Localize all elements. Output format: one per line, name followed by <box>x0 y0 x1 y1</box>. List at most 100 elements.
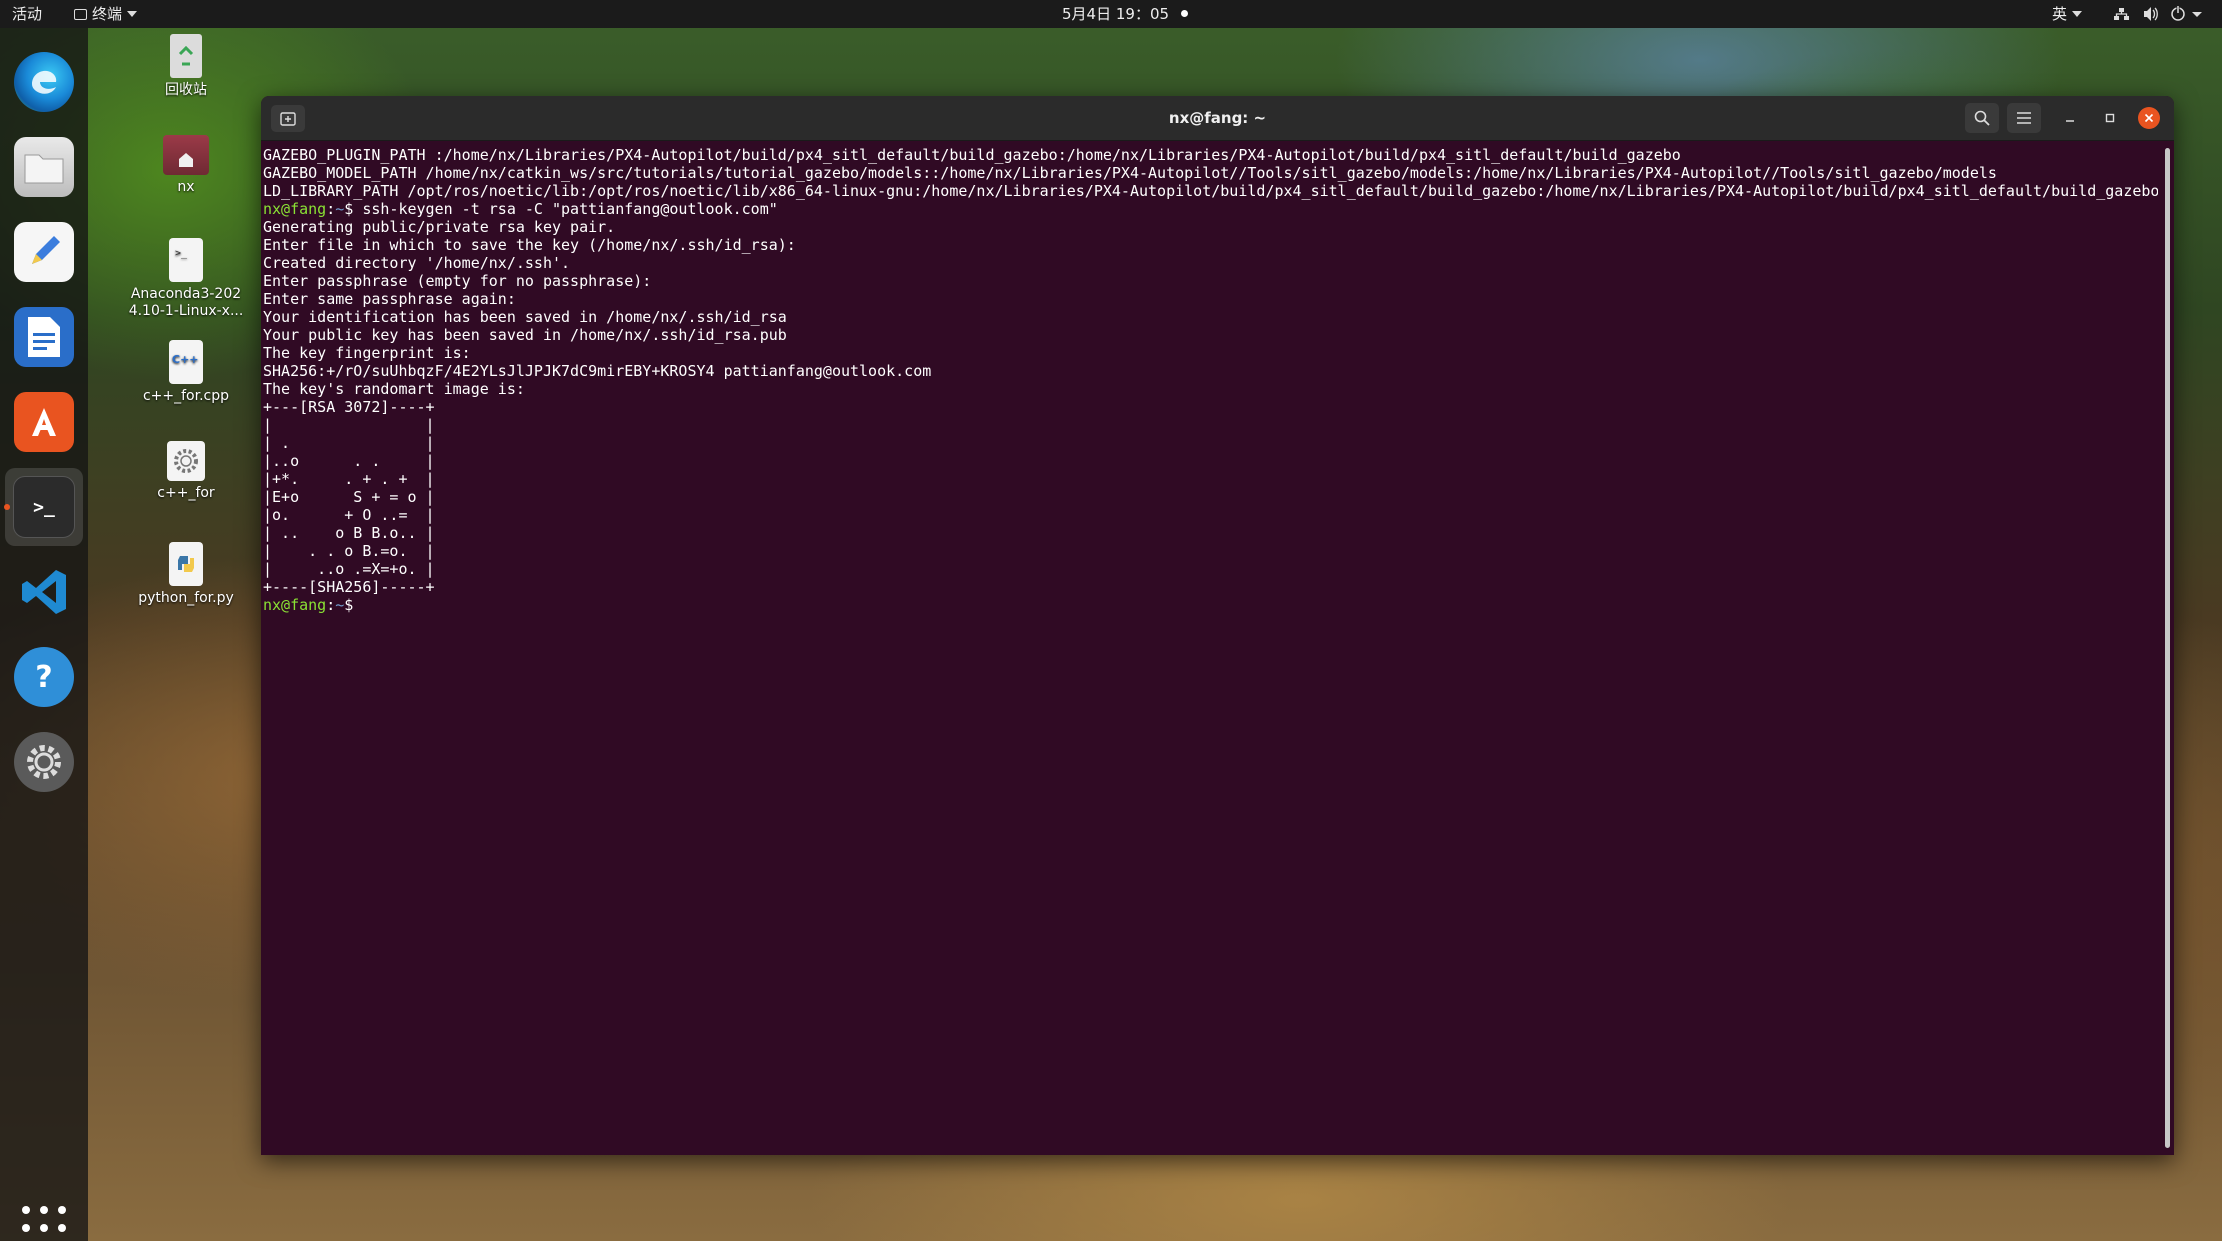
desktop-icon-home[interactable]: nx <box>126 135 246 196</box>
prompt-user: nx@fang <box>263 200 327 218</box>
vscode-icon <box>14 562 74 622</box>
desktop-icon-label: c++_for.cpp <box>142 388 230 404</box>
desktop-icon-executable[interactable]: c++_for <box>126 441 246 502</box>
terminal-output[interactable]: GAZEBO_PLUGIN_PATH :/home/nx/Libraries/P… <box>263 146 2158 1151</box>
terminal-line: +----[SHA256]-----+ <box>263 578 2158 596</box>
prompt-path: ~ <box>335 200 345 218</box>
show-applications-button[interactable] <box>22 1206 66 1250</box>
writer-icon <box>14 307 74 367</box>
terminal-line: | . | <box>263 434 2158 452</box>
desktop-icon-trash[interactable]: 回收站 <box>126 34 246 99</box>
running-indicator-icon <box>4 504 10 510</box>
close-button[interactable] <box>2138 107 2160 129</box>
terminal-line: Created directory '/home/nx/.ssh'. <box>263 254 2158 272</box>
app-grid-icon <box>22 1206 30 1214</box>
terminal-line: nx@fang:~$ ssh-keygen -t rsa -C "pattian… <box>263 200 2158 218</box>
dock-item-software-center[interactable] <box>5 383 83 461</box>
terminal-line-text: Enter passphrase (empty for no passphras… <box>263 272 652 290</box>
settings-icon <box>14 732 74 792</box>
search-button[interactable] <box>1965 103 1999 133</box>
terminal-line-text: |..o . . | <box>263 452 435 470</box>
terminal-line-text: | | <box>263 416 435 434</box>
prompt-path: ~ <box>335 596 345 614</box>
terminal-line-text: | ..o .=X=+o. | <box>263 560 435 578</box>
desktop-icon-cpp[interactable]: C++ c++_for.cpp <box>126 340 246 405</box>
desktop-icon-label: 回收站 <box>165 82 207 98</box>
terminal-line-text: GAZEBO_MODEL_PATH /home/nx/catkin_ws/src… <box>263 164 1997 182</box>
terminal-line: LD_LIBRARY_PATH /opt/ros/noetic/lib:/opt… <box>263 182 2158 200</box>
dock-item-edge[interactable] <box>5 43 83 121</box>
desktop-icon-label: c++_for <box>157 485 215 501</box>
terminal-line-text: | . . o B.=o. | <box>263 542 435 560</box>
terminal-line-text: SHA256:+/rO/suUhbqzF/4E2YLsJlJPJK7dC9mir… <box>263 362 932 380</box>
terminal-line-text: Your identification has been saved in /h… <box>263 308 787 326</box>
terminal-line: The key's randomart image is: <box>263 380 2158 398</box>
window-title: nx@fang: ~ <box>1168 109 1267 127</box>
dock-item-writer[interactable] <box>5 298 83 376</box>
dock: >_ ? <box>0 28 88 1250</box>
terminal-line-text: $ <box>344 596 363 614</box>
terminal-line: Generating public/private rsa key pair. <box>263 218 2158 236</box>
terminal-line: |+*. . + . + | <box>263 470 2158 488</box>
terminal-line: The key fingerprint is: <box>263 344 2158 362</box>
home-folder-icon <box>163 135 209 175</box>
maximize-button[interactable] <box>2099 107 2121 129</box>
terminal-line: Your public key has been saved in /home/… <box>263 326 2158 344</box>
terminal-line: |..o . . | <box>263 452 2158 470</box>
app-menu-button[interactable]: 终端 <box>74 0 138 28</box>
window-titlebar[interactable]: nx@fang: ~ <box>261 96 2174 141</box>
clock-button[interactable]: 5月4日 19：05 <box>1062 0 1189 28</box>
prompt-separator: : <box>326 200 336 218</box>
terminal-line: |E+o S + = o | <box>263 488 2158 506</box>
dock-item-files[interactable] <box>5 128 83 206</box>
dock-item-text-editor[interactable] <box>5 213 83 291</box>
terminal-window-icon <box>74 9 87 20</box>
volume-icon[interactable] <box>2142 0 2160 28</box>
terminal-line: GAZEBO_MODEL_PATH /home/nx/catkin_ws/src… <box>263 164 2158 182</box>
desktop-icon-label: python_for.py <box>138 590 234 606</box>
dock-item-terminal[interactable]: >_ <box>4 468 83 546</box>
terminal-line: Enter same passphrase again: <box>263 290 2158 308</box>
terminal-line: GAZEBO_PLUGIN_PATH :/home/nx/Libraries/P… <box>263 146 2158 164</box>
dock-item-help[interactable]: ? <box>5 638 83 716</box>
terminal-line: |o. + O ..= | <box>263 506 2158 524</box>
terminal-line: nx@fang:~$ <box>263 596 2158 614</box>
new-tab-button[interactable] <box>271 105 305 132</box>
prompt-user: nx@fang <box>263 596 327 614</box>
terminal-window[interactable]: nx@fang: ~ GAZEBO_PLUGIN_PATH :/home/nx/… <box>261 96 2174 1155</box>
desktop-icon-label: nx <box>177 179 195 195</box>
hamburger-menu-button[interactable] <box>2007 103 2041 133</box>
notification-dot-icon <box>1181 10 1189 17</box>
input-method-button[interactable]: 英 <box>2052 0 2083 28</box>
terminal-line-text: +----[SHA256]-----+ <box>263 578 435 596</box>
desktop-icon-anaconda[interactable]: >_ Anaconda3-202 4.10-1-Linux-x... <box>126 238 246 320</box>
terminal-line-text: LD_LIBRARY_PATH /opt/ros/noetic/lib:/opt… <box>263 182 2158 200</box>
menu-icon <box>2017 112 2031 124</box>
desktop-icon-python[interactable]: python_for.py <box>126 542 246 607</box>
dock-item-vscode[interactable] <box>5 553 83 631</box>
network-icon[interactable] <box>2113 0 2129 28</box>
activities-button[interactable]: 活动 <box>12 0 42 28</box>
terminal-icon: >_ <box>13 476 75 538</box>
cpp-file-icon: C++ <box>169 340 203 384</box>
terminal-line: | ..o .=X=+o. | <box>263 560 2158 578</box>
minimize-button[interactable] <box>2059 107 2081 129</box>
dock-item-settings[interactable] <box>5 723 83 801</box>
terminal-line-text: Generating public/private rsa key pair. <box>263 218 616 236</box>
terminal-line-text: | . | <box>263 434 435 452</box>
terminal-line-text: Your public key has been saved in /home/… <box>263 326 787 344</box>
terminal-line-text: Enter file in which to save the key (/ho… <box>263 236 796 254</box>
edge-icon <box>14 52 74 112</box>
terminal-line-text: The key fingerprint is: <box>263 344 471 362</box>
terminal-line-text: Enter same passphrase again: <box>263 290 516 308</box>
terminal-line-text: Created directory '/home/nx/.ssh'. <box>263 254 571 272</box>
python-file-icon <box>169 542 203 586</box>
new-tab-icon <box>280 111 296 126</box>
scrollbar[interactable] <box>2165 148 2170 1148</box>
top-bar: 活动 终端 5月4日 19：05 英 <box>0 0 2222 28</box>
power-menu-button[interactable] <box>2170 0 2204 28</box>
terminal-line-text: |o. + O ..= | <box>263 506 435 524</box>
terminal-line: | . . o B.=o. | <box>263 542 2158 560</box>
terminal-line: | | <box>263 416 2158 434</box>
desktop-icon-label: Anaconda3-202 4.10-1-Linux-x... <box>128 286 244 319</box>
